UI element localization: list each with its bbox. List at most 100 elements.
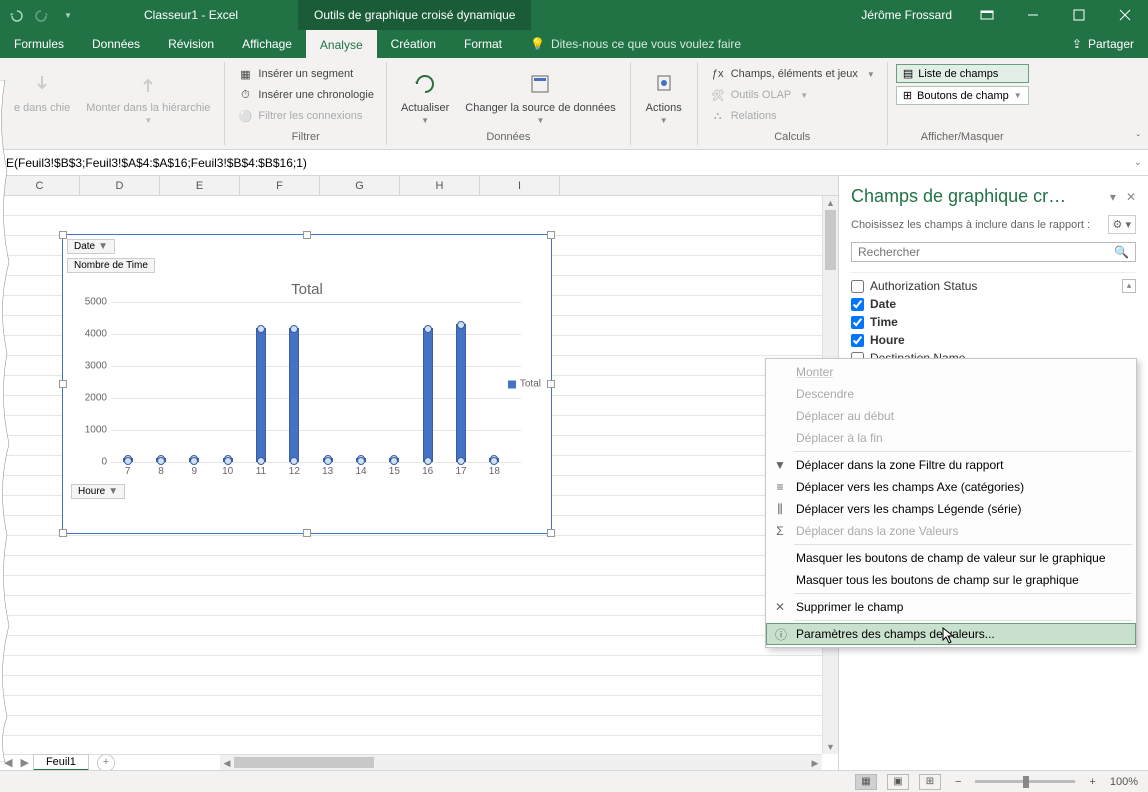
field-checkbox-time[interactable]: Time xyxy=(851,313,1136,331)
column-header[interactable]: G xyxy=(320,176,400,195)
relations-button: ⛬Relations xyxy=(706,106,879,126)
column-header[interactable]: H xyxy=(400,176,480,195)
chart-title[interactable]: Total xyxy=(63,281,551,298)
worksheet-grid[interactable]: C D E F G H I Date▼ Nombre de Time Total… xyxy=(0,176,838,770)
olap-icon: 🛠 xyxy=(710,87,726,103)
slicer-icon: ▦ xyxy=(237,66,253,82)
scroll-right-icon[interactable]: ▶ xyxy=(808,755,822,770)
scroll-thumb[interactable] xyxy=(825,210,836,270)
titlebar: ▼ Classeur1 - Excel Outils de graphique … xyxy=(0,0,1148,30)
chevron-down-icon: ▼ xyxy=(421,116,429,125)
chart-plot-area[interactable]: 5000400030002000100007891011121314151617… xyxy=(111,302,521,462)
scroll-thumb[interactable] xyxy=(234,757,374,768)
actions-button[interactable]: Actions ▼ xyxy=(639,64,689,129)
column-header[interactable]: I xyxy=(480,176,560,195)
field-checkbox-houre[interactable]: Houre xyxy=(851,331,1136,349)
contextual-tab-label: Outils de graphique croisé dynamique xyxy=(298,0,531,30)
ctx-move-report-filter[interactable]: ▼Déplacer dans la zone Filtre du rapport xyxy=(766,454,1136,476)
sheet-nav-prev-icon[interactable]: ◀ xyxy=(0,756,16,769)
refresh-icon xyxy=(409,68,441,100)
tab-affichage[interactable]: Affichage xyxy=(228,30,306,58)
maximize-icon[interactable] xyxy=(1056,0,1102,30)
minimize-icon[interactable] xyxy=(1010,0,1056,30)
chevron-down-icon: ▼ xyxy=(98,241,108,252)
zoom-level[interactable]: 100% xyxy=(1110,776,1138,788)
change-data-source-button[interactable]: Changer la source de données ▼ xyxy=(459,64,621,129)
column-header[interactable]: F xyxy=(240,176,320,195)
chevron-down-icon: ▼ xyxy=(1014,91,1022,100)
ctx-move-down: Descendre xyxy=(766,383,1136,405)
ctx-move-axis[interactable]: ≡Déplacer vers les champs Axe (catégorie… xyxy=(766,476,1136,498)
sheet-tabs: ◀ ▶ Feuil1 + xyxy=(0,754,220,770)
add-sheet-button[interactable]: + xyxy=(97,754,115,771)
remove-icon: ✕ xyxy=(772,600,788,614)
group-label xyxy=(8,129,216,143)
chart-values-button[interactable]: Nombre de Time xyxy=(67,258,155,273)
field-checkbox-auth[interactable]: Authorization Status▴ xyxy=(851,277,1136,295)
ctx-move-legend[interactable]: ⫼Déplacer vers les champs Légende (série… xyxy=(766,498,1136,520)
redo-icon[interactable] xyxy=(34,7,50,23)
chart-filter-date-button[interactable]: Date▼ xyxy=(67,239,115,254)
refresh-button[interactable]: Actualiser ▼ xyxy=(395,64,455,129)
group-label-filter: Filtrer xyxy=(233,129,378,143)
tab-creation[interactable]: Création xyxy=(377,30,450,58)
user-name[interactable]: Jérôme Frossard xyxy=(849,8,964,22)
view-page-layout-icon[interactable]: ▣ xyxy=(887,774,909,790)
tab-revision[interactable]: Révision xyxy=(154,30,228,58)
tab-formules[interactable]: Formules xyxy=(0,30,78,58)
scroll-up-icon[interactable]: ▲ xyxy=(823,196,838,210)
collapse-icon[interactable]: ▴ xyxy=(1122,279,1136,293)
ctx-remove-field[interactable]: ✕Supprimer le champ xyxy=(766,596,1136,618)
pane-close-icon[interactable]: ✕ xyxy=(1126,190,1136,204)
column-header[interactable]: E xyxy=(160,176,240,195)
zoom-slider[interactable] xyxy=(975,780,1075,783)
scroll-down-icon[interactable]: ▼ xyxy=(823,740,838,754)
tab-donnees[interactable]: Données xyxy=(78,30,154,58)
view-normal-icon[interactable]: ▦ xyxy=(855,774,877,790)
formula-input[interactable] xyxy=(6,156,1134,170)
ctx-move-up: Monter xyxy=(766,361,1136,383)
column-header[interactable]: C xyxy=(0,176,80,195)
insert-slicer-button[interactable]: ▦Insérer un segment xyxy=(233,64,378,84)
tab-format[interactable]: Format xyxy=(450,30,516,58)
expand-formula-bar-icon[interactable]: ⌄ xyxy=(1134,157,1142,168)
search-icon: 🔍 xyxy=(1114,245,1129,259)
pane-dropdown-icon[interactable]: ▾ xyxy=(1110,190,1116,204)
list-icon: ▤ xyxy=(903,67,913,80)
data-source-icon xyxy=(524,68,556,100)
field-list-toggle[interactable]: ▤Liste de champs xyxy=(896,64,1029,83)
ctx-value-field-settings[interactable]: ⓘ Paramètres des champs de valeurs... xyxy=(766,623,1136,645)
scroll-left-icon[interactable]: ◀ xyxy=(220,755,234,770)
zoom-out-button[interactable]: − xyxy=(951,776,965,788)
field-search[interactable]: 🔍 xyxy=(851,242,1136,262)
buttons-icon: ⊞ xyxy=(903,89,912,102)
chevron-down-icon: ▼ xyxy=(800,91,808,100)
ribbon-options-icon[interactable] xyxy=(964,0,1010,30)
zoom-in-button[interactable]: + xyxy=(1085,776,1099,788)
sheet-nav-next-icon[interactable]: ▶ xyxy=(16,756,32,769)
ctx-hide-value-buttons[interactable]: Masquer les boutons de champ de valeur s… xyxy=(766,547,1136,569)
chart-axis-houre-button[interactable]: Houre▼ xyxy=(71,484,125,499)
field-buttons-toggle[interactable]: ⊞Boutons de champ▼ xyxy=(896,86,1029,105)
actions-icon xyxy=(648,68,680,100)
fields-items-sets-button[interactable]: ƒxChamps, éléments et jeux▼ xyxy=(706,64,879,84)
field-search-input[interactable] xyxy=(858,245,1114,259)
field-checkbox-date[interactable]: Date xyxy=(851,295,1136,313)
horizontal-scrollbar[interactable]: ◀ ▶ xyxy=(220,754,822,770)
undo-icon[interactable] xyxy=(8,7,24,23)
drill-down-button: e dans chie xyxy=(8,64,76,118)
share-button[interactable]: ⇪ Partager xyxy=(1058,30,1148,58)
tab-analyse[interactable]: Analyse xyxy=(306,30,377,58)
sheet-tab[interactable]: Feuil1 xyxy=(33,754,89,770)
collapse-ribbon-icon[interactable]: ˇ xyxy=(1137,134,1140,145)
insert-timeline-button[interactable]: ⏱Insérer une chronologie xyxy=(233,85,378,105)
close-icon[interactable] xyxy=(1102,0,1148,30)
chart-legend[interactable]: Total xyxy=(508,379,541,390)
pane-layout-button[interactable]: ⚙ ▾ xyxy=(1108,215,1136,234)
view-page-break-icon[interactable]: ⊞ xyxy=(919,774,941,790)
qat-dropdown-icon[interactable]: ▼ xyxy=(60,7,76,23)
tell-me-search[interactable]: 💡 Dites-nous ce que vous voulez faire xyxy=(516,30,755,58)
ctx-hide-all-buttons[interactable]: Masquer tous les boutons de champ sur le… xyxy=(766,569,1136,591)
column-header[interactable]: D xyxy=(80,176,160,195)
pivot-chart[interactable]: Date▼ Nombre de Time Total 5000400030002… xyxy=(62,234,552,534)
